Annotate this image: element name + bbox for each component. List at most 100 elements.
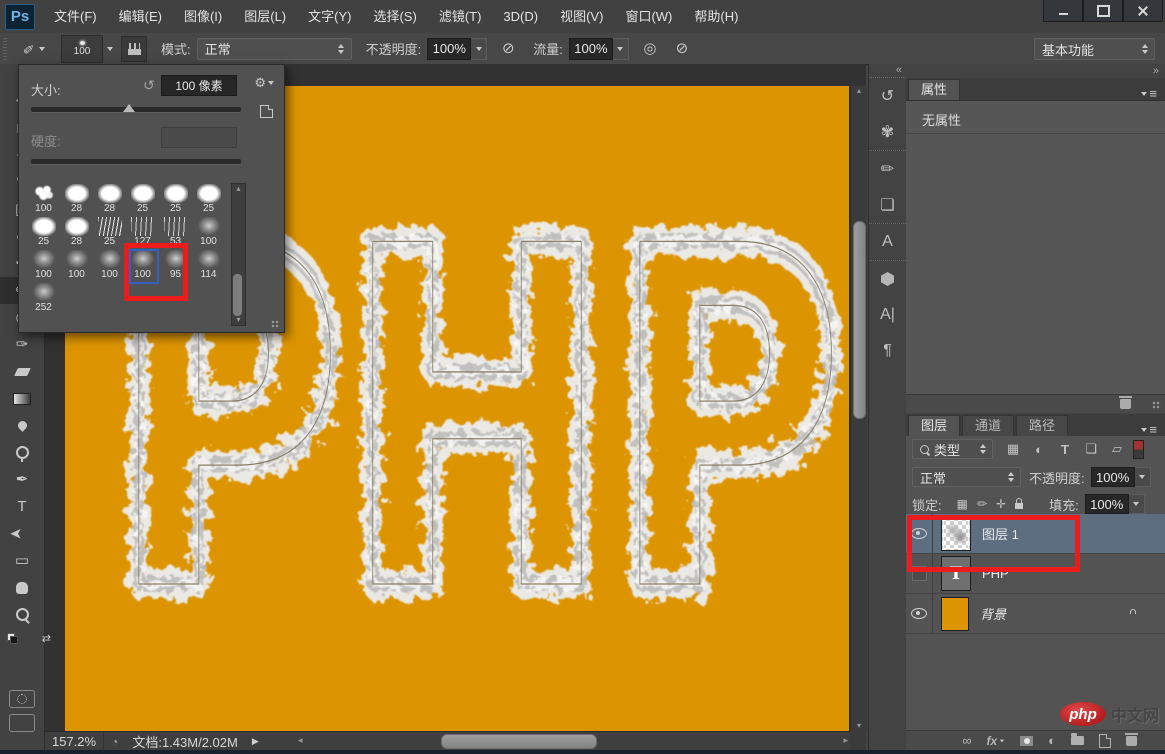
scroll-left-icon[interactable]: ◂ (298, 735, 303, 746)
gradient-tool[interactable] (0, 385, 44, 412)
history-brush-tool[interactable]: ✑ (0, 331, 44, 358)
adjustment-layer-icon[interactable]: ◐ (1048, 733, 1056, 748)
reset-size-icon[interactable]: ↺ (143, 77, 155, 94)
brush-preset[interactable]: 252 (27, 282, 60, 315)
size-slider-thumb[interactable] (123, 104, 135, 112)
brush-preset[interactable]: 100 (60, 249, 93, 282)
brush-preset[interactable]: 25 (93, 216, 126, 249)
visibility-toggle[interactable] (906, 594, 933, 633)
expand-panels-icon[interactable]: « (869, 64, 906, 77)
collapse-panels-icon[interactable]: » (1153, 65, 1159, 77)
scroll-down-icon[interactable]: ▾ (851, 721, 867, 731)
brush-scroll-thumb[interactable] (233, 274, 242, 316)
brush-preset[interactable]: 53 (159, 216, 192, 249)
tab-layers[interactable]: 图层 (908, 415, 961, 436)
new-layer-icon[interactable] (1099, 733, 1111, 748)
fill-input[interactable]: 100% (1084, 494, 1129, 514)
link-layers-icon[interactable]: ∞ (962, 733, 971, 748)
add-mask-icon[interactable] (1020, 735, 1034, 746)
horizontal-scroll-thumb[interactable] (441, 734, 597, 749)
status-menu-arrow-icon[interactable]: ▶ (252, 736, 259, 747)
layer-style-button[interactable]: fx (986, 734, 1005, 748)
filter-type-select[interactable]: 类型 (912, 439, 993, 459)
dodge-tool[interactable] (0, 439, 44, 466)
scroll-up-icon[interactable]: ▴ (232, 184, 245, 194)
filter-adjustment-layers-icon[interactable]: ◐ (1029, 440, 1049, 458)
vertical-scrollbar[interactable]: ▴ ▾ (850, 86, 867, 731)
filter-toggle-switch[interactable] (1133, 439, 1144, 459)
lock-position-icon[interactable]: ✛ (996, 497, 1006, 511)
tablet-opacity-button[interactable]: ⊘ (497, 38, 519, 60)
brush-picker-arrow-icon[interactable] (107, 46, 113, 51)
tab-channels[interactable]: 通道 (962, 415, 1015, 436)
brush-presets-panel-icon[interactable]: ✾ (869, 114, 906, 150)
layer-opacity-dropdown[interactable] (1134, 467, 1151, 487)
resize-grip-icon[interactable] (271, 320, 280, 329)
brush-preset[interactable]: 100 (192, 216, 225, 249)
filter-type-layers-icon[interactable]: T (1055, 440, 1075, 458)
menu-item[interactable]: 窗口(W) (614, 0, 683, 33)
filter-shape-layers-icon[interactable]: ❏ (1081, 440, 1101, 458)
scroll-up-icon[interactable]: ▴ (851, 86, 867, 96)
menu-item[interactable]: 文字(Y) (297, 0, 362, 33)
layer-thumbnail[interactable] (941, 516, 971, 551)
text-layer-thumbnail[interactable]: T (941, 556, 971, 591)
brush-preset[interactable]: 100 (27, 249, 60, 282)
flow-dropdown-button[interactable] (612, 37, 629, 60)
opacity-dropdown-button[interactable] (471, 37, 488, 60)
filter-pixel-layers-icon[interactable]: ▦ (1003, 440, 1023, 458)
layer-row-php[interactable]: T PHP (906, 554, 1165, 594)
blur-tool[interactable] (0, 412, 44, 439)
layer-name[interactable]: 图层 1 (982, 524, 1019, 543)
fill-dropdown[interactable] (1128, 494, 1145, 514)
layer-name[interactable]: PHP (982, 566, 1009, 581)
layer-name[interactable]: 背景 (980, 604, 1006, 623)
opacity-input[interactable]: 100% (427, 37, 472, 60)
horizontal-scrollbar[interactable]: ◂ ▸ (296, 733, 850, 749)
tab-properties[interactable]: 属性 (908, 79, 961, 100)
vertical-scroll-thumb[interactable] (853, 221, 866, 419)
scroll-right-icon[interactable]: ▸ (843, 735, 848, 746)
layer-blend-mode-select[interactable]: 正常 (912, 467, 1021, 487)
zoom-tool[interactable] (0, 601, 44, 628)
blend-mode-select[interactable]: 正常 (196, 37, 352, 60)
airbrush-button[interactable]: ◎ (639, 38, 661, 60)
visibility-toggle[interactable] (906, 554, 933, 593)
brush-size-input[interactable]: 100 像素 (161, 75, 237, 96)
tablet-size-button[interactable]: ⊘ (671, 38, 693, 60)
path-selection-tool[interactable]: ➤ (9, 512, 36, 556)
brush-panel-icon[interactable]: ✏ (869, 150, 906, 187)
swap-colors-icon[interactable]: ⇄ (42, 632, 51, 645)
brush-preset[interactable]: 28 (60, 183, 93, 216)
3d-panel-icon[interactable] (869, 260, 906, 297)
menu-item[interactable]: 编辑(E) (108, 0, 173, 33)
menu-item[interactable]: 视图(V) (549, 0, 614, 33)
brush-preset[interactable]: 28 (93, 183, 126, 216)
background-layer-thumbnail[interactable] (941, 596, 969, 631)
brush-preset[interactable]: 100 (126, 249, 159, 284)
layer-row-layer1[interactable]: 图层 1 (906, 514, 1165, 554)
brush-preset[interactable]: 25 (159, 183, 192, 216)
hand-tool[interactable] (0, 574, 44, 601)
brush-preset[interactable]: 25 (27, 216, 60, 249)
menu-item[interactable]: 图像(I) (173, 0, 233, 33)
flow-input[interactable]: 100% (568, 37, 613, 60)
filter-smart-object-icon[interactable]: ▱ (1107, 440, 1127, 458)
lock-transparency-icon[interactable]: ▦ (957, 497, 968, 511)
scroll-down-icon[interactable]: ▾ (232, 315, 245, 325)
workspace-select[interactable]: 基本功能 (1034, 38, 1155, 60)
minimize-button[interactable] (1043, 0, 1083, 22)
menu-item[interactable]: 3D(D) (492, 0, 549, 33)
zoom-level-field[interactable]: 157.2% (52, 734, 96, 749)
quick-mask-button[interactable] (9, 690, 35, 708)
character-panel-icon[interactable]: A| (869, 297, 906, 333)
pen-tool[interactable]: ✒ (0, 466, 44, 493)
toggle-brush-panel-button[interactable] (121, 35, 147, 62)
delete-layer-icon[interactable] (1125, 732, 1138, 746)
screen-mode-button[interactable] (9, 714, 35, 732)
layer-row-background[interactable]: 背景 (906, 594, 1165, 634)
trash-icon[interactable] (1119, 396, 1132, 409)
styles-panel-icon[interactable]: ❏ (869, 187, 906, 223)
layer-opacity-input[interactable]: 100% (1090, 467, 1135, 487)
default-colors-icon[interactable] (7, 633, 18, 644)
